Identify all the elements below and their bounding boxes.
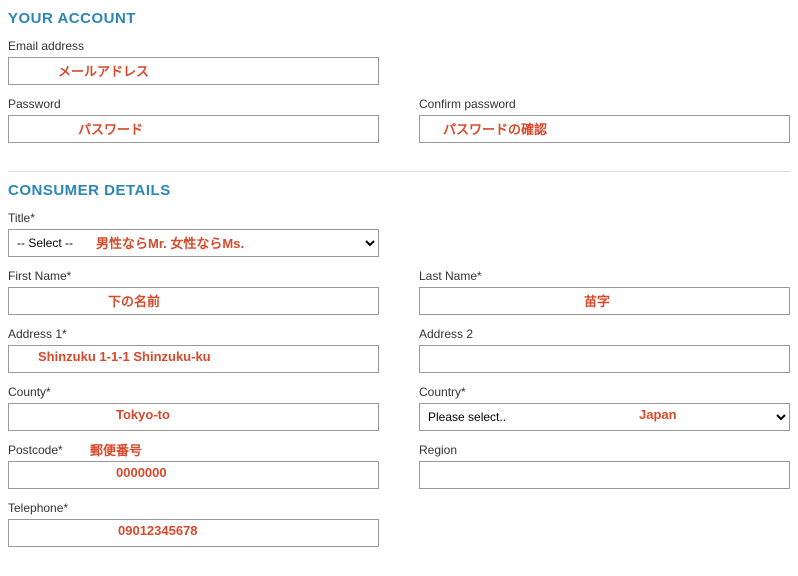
title-select[interactable]: -- Select -- xyxy=(8,229,379,257)
first-name-input[interactable] xyxy=(8,287,379,315)
address2-input[interactable] xyxy=(419,345,790,373)
section-divider xyxy=(8,171,790,172)
first-name-field-wrapper: First Name* 下の名前 xyxy=(8,269,379,315)
postcode-label: Postcode* xyxy=(8,443,379,457)
telephone-input[interactable] xyxy=(8,519,379,547)
title-label: Title* xyxy=(8,211,379,225)
last-name-label: Last Name* xyxy=(419,269,790,283)
country-select[interactable]: Please select.. xyxy=(419,403,790,431)
country-label: Country* xyxy=(419,385,790,399)
confirm-password-input[interactable] xyxy=(419,115,790,143)
last-name-input[interactable] xyxy=(419,287,790,315)
last-name-field-wrapper: Last Name* 苗字 xyxy=(419,269,790,315)
confirm-password-label: Confirm password xyxy=(419,97,790,111)
password-label: Password xyxy=(8,97,379,111)
email-field-wrapper: Email address メールアドレス xyxy=(8,39,379,85)
address1-field-wrapper: Address 1* Shinzuku 1-1-1 Shinzuku-ku xyxy=(8,327,379,373)
account-section-heading: YOUR ACCOUNT xyxy=(8,10,790,27)
password-input[interactable] xyxy=(8,115,379,143)
confirm-password-field-wrapper: Confirm password パスワードの確認 xyxy=(419,97,790,143)
county-field-wrapper: County* Tokyo-to xyxy=(8,385,379,431)
region-label: Region xyxy=(419,443,790,457)
email-input[interactable] xyxy=(8,57,379,85)
address2-label: Address 2 xyxy=(419,327,790,341)
telephone-field-wrapper: Telephone* 09012345678 xyxy=(8,501,379,547)
title-field-wrapper: Title* -- Select -- 男性ならMr. 女性ならMs. xyxy=(8,211,379,257)
address1-label: Address 1* xyxy=(8,327,379,341)
region-field-wrapper: Region xyxy=(419,443,790,489)
postcode-input[interactable] xyxy=(8,461,379,489)
county-label: County* xyxy=(8,385,379,399)
address2-field-wrapper: Address 2 xyxy=(419,327,790,373)
password-field-wrapper: Password パスワード xyxy=(8,97,379,143)
region-input[interactable] xyxy=(419,461,790,489)
consumer-section-heading: CONSUMER DETAILS xyxy=(8,182,790,199)
email-label: Email address xyxy=(8,39,379,53)
country-field-wrapper: Country* Please select.. Japan xyxy=(419,385,790,431)
address1-input[interactable] xyxy=(8,345,379,373)
first-name-label: First Name* xyxy=(8,269,379,283)
telephone-label: Telephone* xyxy=(8,501,379,515)
county-input[interactable] xyxy=(8,403,379,431)
postcode-field-wrapper: Postcode* 郵便番号 0000000 xyxy=(8,443,379,489)
